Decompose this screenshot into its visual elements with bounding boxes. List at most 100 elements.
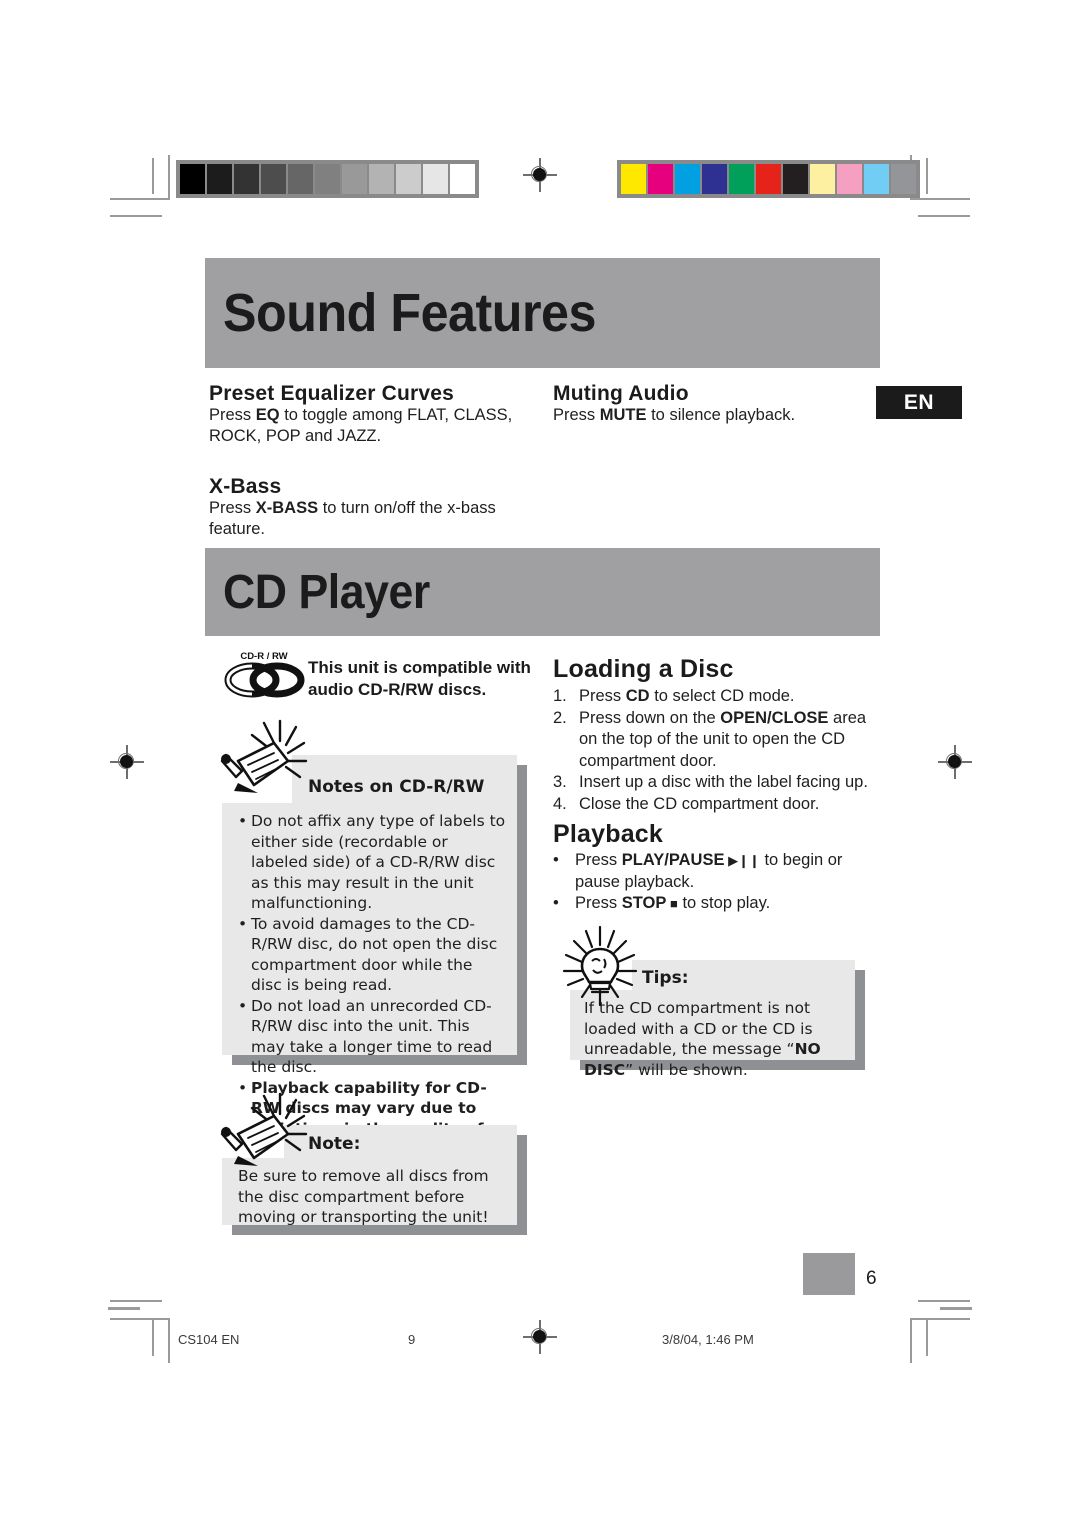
language-tab-label: EN	[903, 390, 935, 414]
grayscale-swatch	[342, 164, 367, 194]
color-swatch	[810, 164, 835, 194]
step-number: 1.	[553, 687, 567, 705]
heading-preset-equalizer-curves: Preset Equalizer Curves	[209, 382, 455, 405]
banner-cd-player: CD Player	[205, 548, 880, 636]
list-loading-steps: 1. Press CD to select CD mode. 2. Press dow…	[553, 686, 873, 815]
notes-bullet-text: Do not affix any type of labels to eithe…	[251, 812, 506, 912]
bullet-marker: •	[553, 851, 559, 869]
callout-note-title: Note:	[308, 1134, 361, 1154]
color-swatch	[648, 164, 673, 194]
preset-eq-pre: Press	[209, 406, 256, 424]
heading-playback: Playback	[553, 820, 664, 848]
compat-line-1: This unit is compatible with	[308, 658, 531, 677]
crop-tick-top-left	[152, 158, 154, 194]
footer-rule-left	[108, 1307, 140, 1310]
grayscale-swatch	[450, 164, 475, 194]
registration-target-bottom	[523, 1320, 557, 1354]
loading-step-item: 1. Press CD to select CD mode.	[553, 686, 873, 708]
callout-tips-body: If the CD compartment is not loaded with…	[584, 998, 846, 1080]
color-swatch	[702, 164, 727, 194]
registration-target-left	[110, 745, 144, 779]
callout-notes-title: Notes on CD-R/RW	[308, 777, 485, 797]
grayscale-swatch	[207, 164, 232, 194]
registration-target-top	[523, 158, 557, 192]
notes-bullet-item: • Do not load an unrecorded CD-R/RW disc …	[238, 996, 506, 1078]
color-swatch	[756, 164, 781, 194]
playback-item: • Press STOP ■ to stop play.	[553, 893, 873, 915]
heading-muting-audio: Muting Audio	[553, 382, 689, 405]
footer-document-id: CS104 EN	[178, 1332, 240, 1347]
x-bass-pre: Press	[209, 499, 256, 517]
banner-sound-features-title: Sound Features	[223, 283, 596, 343]
text-x-bass: Press X-BASS to turn on/off the x-bass f…	[209, 498, 539, 540]
bullet-marker: •	[238, 914, 248, 933]
grayscale-swatch	[288, 164, 313, 194]
text-muting-audio: Press MUTE to silence playback.	[553, 405, 873, 426]
playback-item-text: Press PLAY/PAUSE ▶❙❙ to begin or pause p…	[575, 851, 843, 891]
loading-step-item: 2. Press down on the OPEN/CLOSE area on t…	[553, 708, 873, 773]
note-pen-paper-icon	[218, 715, 310, 800]
crop-tick-bottom-right	[926, 1320, 928, 1356]
muting-button: MUTE	[599, 406, 647, 424]
color-swatch	[837, 164, 862, 194]
lightbulb-icon	[556, 925, 644, 1007]
footer-sheet-number: 9	[408, 1332, 416, 1347]
text-preset-equalizer-curves: Press EQ to toggle among FLAT, CLASS, RO…	[209, 405, 529, 447]
crop-mark-top-left	[110, 155, 170, 217]
compat-line-2: audio CD-R/RW discs.	[308, 680, 487, 699]
crop-tick-bottom-left	[152, 1320, 154, 1356]
step-number: 3.	[553, 773, 567, 791]
grayscale-swatch	[261, 164, 286, 194]
notes-bullet-item: • To avoid damages to the CD-R/RW disc, d…	[238, 914, 506, 996]
bullet-marker: •	[553, 894, 559, 912]
tips-pre: If the CD compartment is not loaded with…	[584, 999, 813, 1058]
language-tab-en: EN	[876, 386, 962, 419]
play-pause-glyph-icon: ▶❙❙	[724, 853, 760, 868]
playback-item: • Press PLAY/PAUSE ▶❙❙ to begin or pause …	[553, 850, 873, 893]
grayscale-swatch	[315, 164, 340, 194]
loading-step-text: Press CD to select CD mode.	[579, 687, 795, 705]
color-swatch	[621, 164, 646, 194]
loading-step-text: Insert up a disc with the label facing u…	[579, 773, 868, 791]
stop-glyph-icon: ■	[666, 896, 678, 911]
callout-note-body: Be sure to remove all discs from the dis…	[238, 1167, 489, 1226]
notes-bullet-text: Do not load an unrecorded CD-R/RW disc i…	[251, 996, 493, 1077]
grayscale-calibration-strip	[176, 160, 479, 198]
loading-step-item: 3. Insert up a disc with the label facing…	[553, 772, 873, 794]
text-cd-rw-compatibility: This unit is compatible with audio CD-R/…	[308, 657, 538, 701]
color-swatch	[675, 164, 700, 194]
cd-rw-logo-icon: CD-R / RW	[222, 648, 307, 700]
crop-tick-top-right	[926, 158, 928, 194]
color-swatch	[891, 164, 916, 194]
preset-eq-button: EQ	[255, 406, 280, 424]
color-swatch	[864, 164, 889, 194]
loading-step-text: Close the CD compartment door.	[579, 794, 820, 813]
callout-tips-title: Tips:	[642, 968, 689, 988]
banner-sound-features: Sound Features	[205, 258, 880, 368]
heading-loading-a-disc: Loading a Disc	[553, 655, 734, 683]
bullet-marker: •	[238, 812, 248, 830]
footer-rule-right	[940, 1307, 972, 1310]
heading-x-bass: X-Bass	[209, 475, 282, 498]
loading-step-text: Press down on the OPEN/CLOSE area on the…	[579, 708, 867, 770]
playback-item-text: Press STOP ■ to stop play.	[575, 894, 771, 912]
notes-bullet-text: To avoid damages to the CD-R/RW disc, do…	[251, 914, 498, 995]
grayscale-swatch	[234, 164, 259, 194]
grayscale-swatch	[423, 164, 448, 194]
notes-bullet-item: • Do not affix any type of labels to eith…	[238, 811, 506, 914]
step-number: 2.	[553, 708, 567, 727]
bullet-marker: •	[238, 996, 248, 1015]
list-playback-items: • Press PLAY/PAUSE ▶❙❙ to begin or pause …	[553, 850, 873, 915]
banner-cd-player-title: CD Player	[223, 565, 430, 619]
muting-post: to silence playback.	[646, 406, 796, 424]
color-calibration-strip	[617, 160, 920, 198]
grayscale-swatch	[369, 164, 394, 194]
loading-step-item: 4. Close the CD compartment door.	[553, 794, 873, 816]
grayscale-swatch	[180, 164, 205, 194]
x-bass-button: X-BASS	[255, 499, 319, 517]
muting-pre: Press	[553, 406, 600, 424]
tips-post: ” will be shown.	[625, 1060, 748, 1079]
color-swatch	[783, 164, 808, 194]
registration-target-right	[938, 745, 972, 779]
step-number: 4.	[553, 794, 567, 813]
